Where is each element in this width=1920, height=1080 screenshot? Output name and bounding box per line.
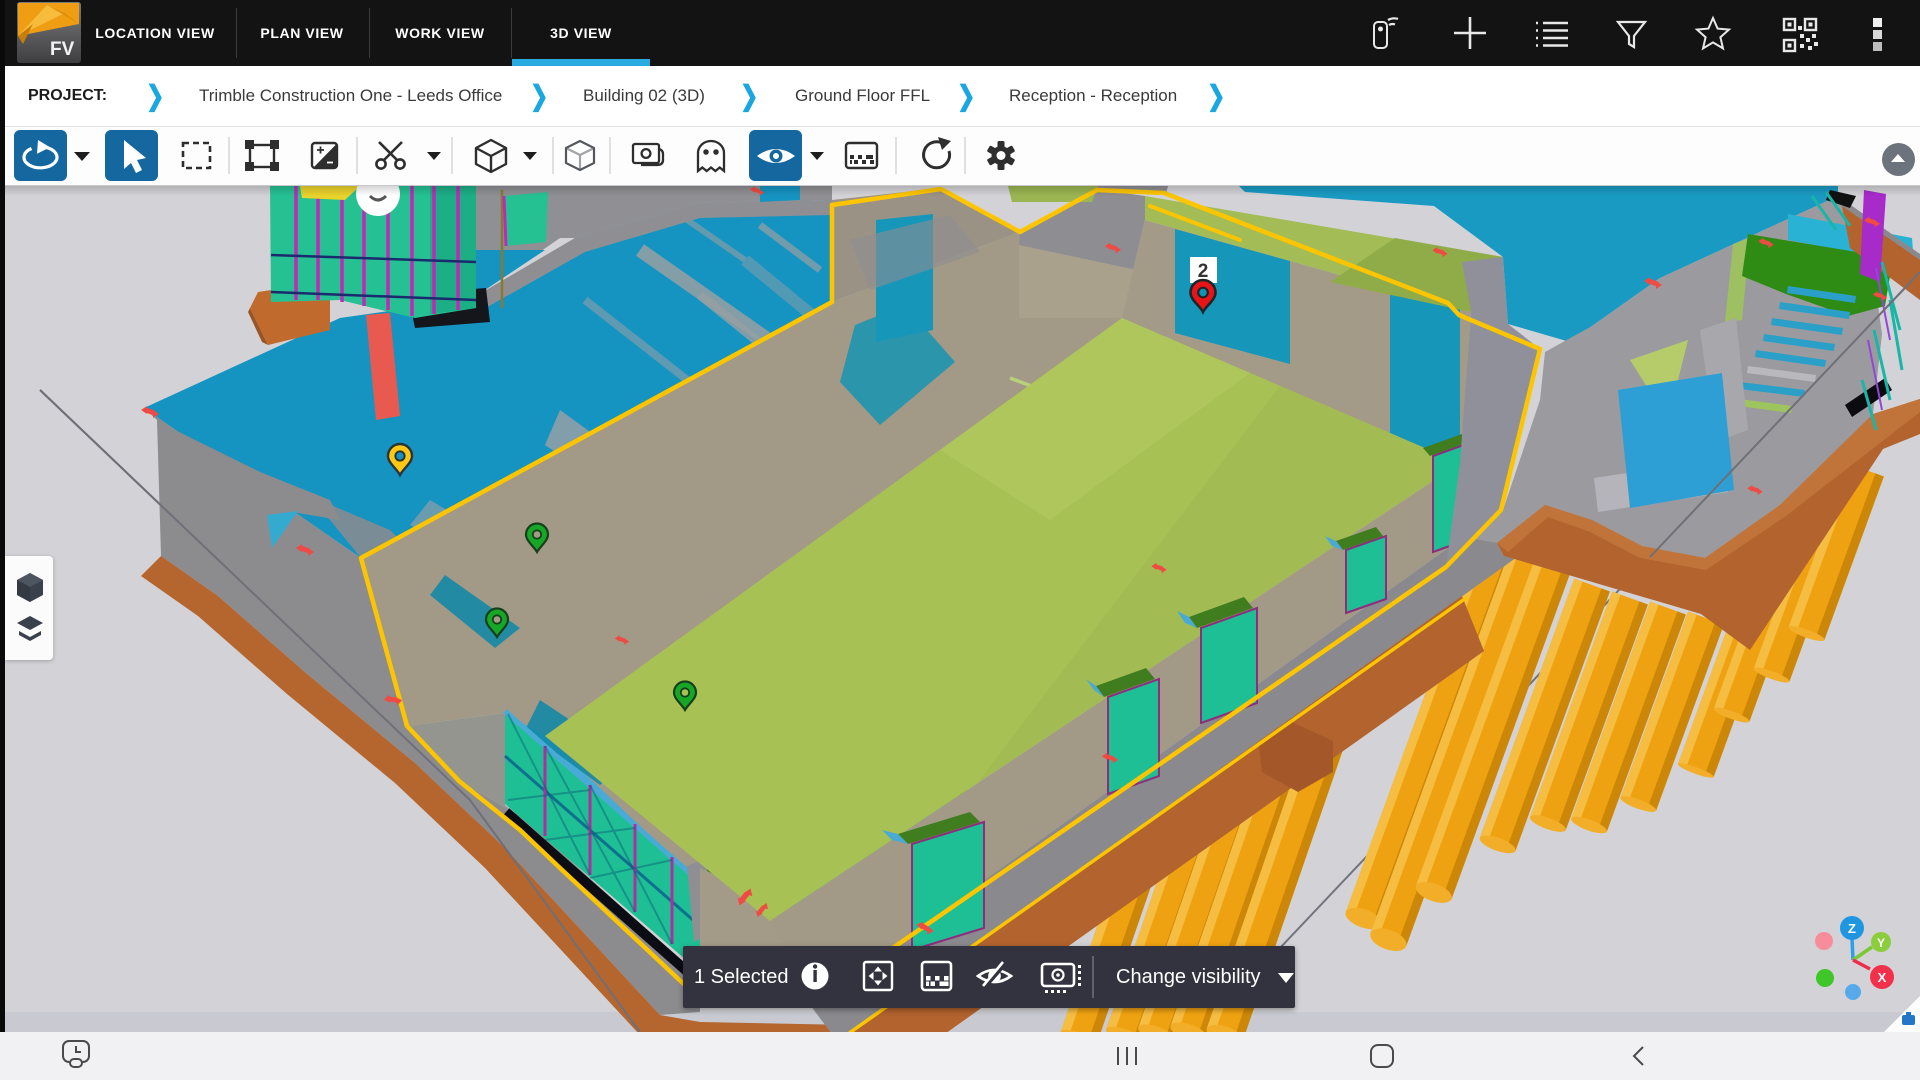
- svg-text:Z: Z: [1848, 921, 1856, 936]
- svg-text:X: X: [1878, 970, 1887, 985]
- svg-text:FV: FV: [50, 39, 75, 60]
- svg-text:Y: Y: [1877, 936, 1885, 950]
